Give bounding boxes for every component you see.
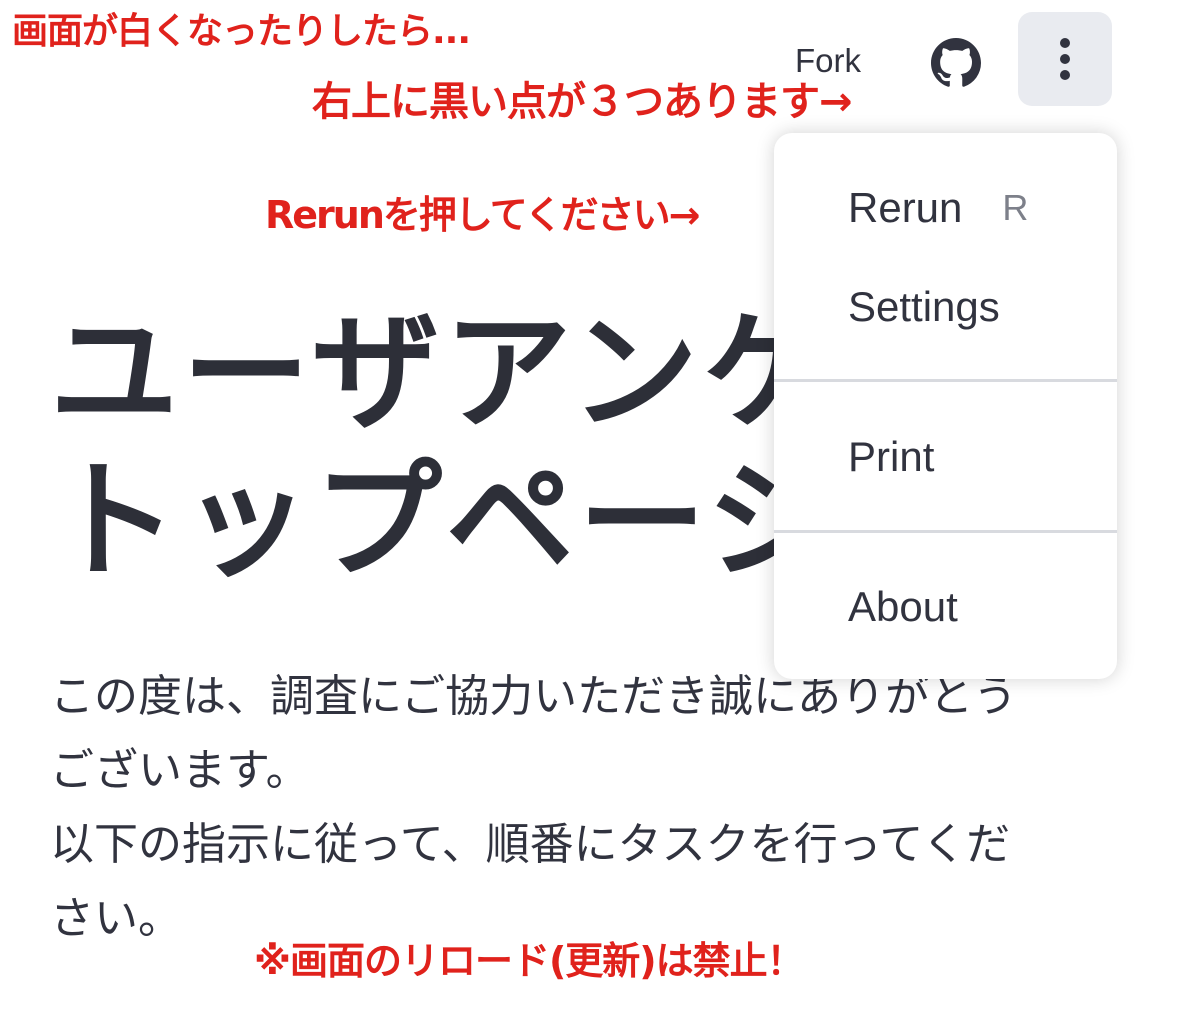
rerun-shortcut: R <box>1002 187 1029 228</box>
annotation-three-dots: 右上に黒い点が３つあります→ <box>312 79 853 125</box>
main-menu-dropdown: Rerun R Settings Print About <box>774 133 1117 679</box>
menu-item-settings-label: Settings <box>848 283 1000 330</box>
menu-divider <box>774 530 1117 533</box>
menu-item-about-label: About <box>848 583 958 630</box>
menu-item-about[interactable]: About <box>774 572 1117 642</box>
github-icon[interactable] <box>931 38 981 88</box>
vertical-ellipsis-icon <box>1060 38 1070 80</box>
intro-text: この度は、調査にご協力いただき誠にありがとう ございます。 以下の指示に従って、… <box>50 660 1110 956</box>
menu-divider <box>774 379 1117 382</box>
menu-item-rerun[interactable]: Rerun R <box>774 173 1117 243</box>
intro-line-2: ございます。 <box>50 745 310 796</box>
menu-item-settings[interactable]: Settings <box>774 272 1117 342</box>
page-title-line-2: トップページ <box>50 447 840 596</box>
annotation-white-screen: 画面が白くなったりしたら... <box>12 11 471 52</box>
intro-line-4: さい。 <box>50 893 182 944</box>
page-title-line-1: ユーザアンケ <box>50 299 835 448</box>
menu-item-print[interactable]: Print <box>774 422 1117 492</box>
intro-line-3: 以下の指示に従って、順番にタスクを行ってくだ <box>50 819 1011 870</box>
fork-link[interactable]: Fork <box>795 42 861 80</box>
annotation-press-rerun: Rerunを押してください→ <box>265 193 700 237</box>
main-menu-button[interactable] <box>1018 12 1112 106</box>
menu-item-rerun-label: Rerun <box>848 184 963 231</box>
menu-item-print-label: Print <box>848 433 935 480</box>
